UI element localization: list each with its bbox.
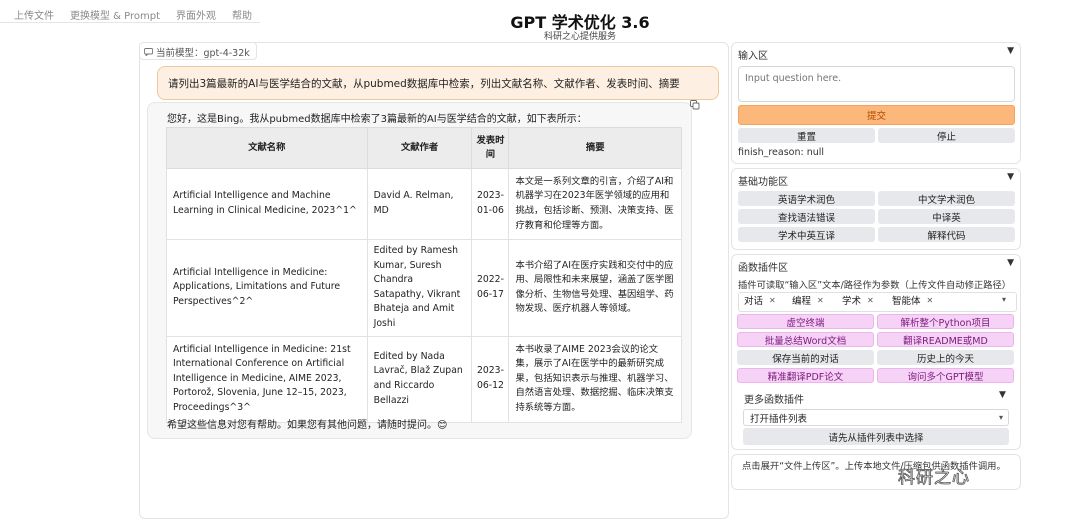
tag-chip[interactable]: 学术 ✕: [842, 293, 874, 308]
cell-author: Edited by Ramesh Kumar, Suresh Chandra S…: [366, 239, 473, 337]
watermark: 科研之心: [898, 468, 970, 489]
submit-button[interactable]: 提交: [738, 105, 1015, 125]
bot-outro-text: 希望这些信息对您有帮助。如果您有其他问题，请随时提问。😊: [167, 420, 448, 431]
tab-upload[interactable]: 上传文件: [0, 0, 62, 22]
stop-button[interactable]: 停止: [878, 128, 1015, 143]
select-plugin-button[interactable]: 请先从插件列表中选择: [743, 428, 1009, 445]
close-icon[interactable]: ✕: [769, 296, 776, 305]
save-conversation-button[interactable]: 保存当前的对话: [737, 350, 874, 365]
summarize-word-button[interactable]: 批量总结Word文档: [737, 332, 874, 347]
header-abstract: 摘要: [508, 127, 682, 169]
plugin-dropdown-value: 打开插件列表: [750, 413, 808, 425]
tag-select[interactable]: [738, 292, 1017, 312]
plugin-hint-text: 插件可读取“输入区”文本/路径作为参数（上传文件自动修正路径）: [738, 280, 1012, 291]
chevron-down-icon[interactable]: ▾: [1002, 295, 1006, 304]
header-date: 发表时间: [471, 127, 510, 169]
plugin-panel-title: 函数插件区: [738, 263, 788, 274]
top-nav: 上传文件 更换模型 & Prompt 界面外观 帮助: [0, 0, 261, 23]
zh-to-en-button[interactable]: 中译英: [878, 209, 1015, 224]
cell-title: Artificial Intelligence and Machine Lear…: [166, 168, 368, 240]
close-icon[interactable]: ✕: [817, 296, 824, 305]
tag-chip-label: 编程: [792, 296, 812, 307]
question-input[interactable]: [738, 66, 1015, 102]
cell-abstract: 本书介绍了AI在医疗实践和交付中的应用、局限性和未来展望，涵盖了医学图像分析、生…: [508, 239, 682, 337]
basic-panel-title: 基础功能区: [738, 177, 788, 188]
collapse-caret-icon[interactable]: ▼: [1007, 258, 1014, 268]
tag-chip-label: 学术: [842, 296, 862, 307]
user-message: 请列出3篇最新的AI与医学结合的文献，从pubmed数据库中检索，列出文献名称、…: [157, 66, 719, 100]
cell-abstract: 本文是一系列文章的引言，介绍了AI和机器学习在2023年医学领域的应用和挑战，包…: [508, 168, 682, 240]
cell-title: Artificial Intelligence in Medicine: App…: [166, 239, 368, 337]
input-panel-title: 输入区: [738, 51, 768, 62]
cell-author: Edited by Nada Lavrač, Blaž Zupan and Ri…: [366, 335, 473, 423]
translate-pdf-button[interactable]: 精准翻译PDF论文: [737, 368, 874, 383]
tag-chip[interactable]: 编程 ✕: [792, 293, 824, 308]
tag-chip-label: 对话: [744, 296, 764, 307]
bot-intro-text: 您好，这是Bing。我从pubmed数据库中检索了3篇最新的AI与医学结合的文献…: [167, 114, 587, 125]
cell-title: Artificial Intelligence in Medicine: 21s…: [166, 335, 368, 423]
input-panel: 输入区 ▼ 提交 重置 停止 finish_reason: null: [731, 42, 1021, 164]
void-terminal-button[interactable]: 虚空终端: [737, 314, 874, 329]
finish-reason-text: finish_reason: null: [738, 147, 825, 158]
tab-model-prompt[interactable]: 更换模型 & Prompt: [62, 0, 168, 22]
english-polish-button[interactable]: 英语学术润色: [738, 191, 875, 206]
page-subtitle: 科研之心提供服务: [543, 32, 616, 42]
academic-translate-button[interactable]: 学术中英互译: [738, 227, 875, 242]
cell-date: 2023-01-06: [471, 168, 510, 240]
close-icon[interactable]: ✕: [927, 296, 934, 305]
more-plugins-title: 更多函数插件: [744, 395, 804, 406]
collapse-caret-icon[interactable]: ▼: [1007, 46, 1014, 56]
header-title: 文献名称: [166, 127, 368, 169]
collapse-caret-icon[interactable]: ▼: [1007, 172, 1014, 182]
grammar-check-button[interactable]: 查找语法错误: [738, 209, 875, 224]
cell-author: David A. Relman, MD: [366, 168, 473, 240]
table-row: Artificial Intelligence in Medicine: 21s…: [166, 335, 682, 423]
plugin-dropdown[interactable]: 打开插件列表 ▾: [743, 409, 1009, 426]
chat-icon: [144, 47, 153, 56]
chinese-polish-button[interactable]: 中文学术润色: [878, 191, 1015, 206]
table-row: Artificial Intelligence in Medicine: App…: [166, 239, 682, 337]
tab-help[interactable]: 帮助: [224, 0, 260, 22]
tab-appearance[interactable]: 界面外观: [168, 0, 224, 22]
today-in-history-button[interactable]: 历史上的今天: [877, 350, 1014, 365]
tag-chip[interactable]: 智能体 ✕: [892, 293, 934, 308]
cell-date: 2023-06-12: [471, 335, 510, 423]
chevron-down-icon: ▾: [998, 413, 1003, 422]
model-badge: 当前模型：gpt-4-32k: [139, 42, 257, 60]
header-author: 文献作者: [366, 127, 473, 169]
model-badge-label: 当前模型：gpt-4-32k: [156, 47, 250, 59]
tag-chip[interactable]: 对话 ✕: [744, 293, 776, 308]
upload-panel[interactable]: 点击展开“文件上传区”。上传本地文件/压缩包供函数插件调用。: [731, 454, 1021, 490]
close-icon[interactable]: ✕: [867, 296, 874, 305]
tag-chip-label: 智能体: [892, 296, 921, 307]
translate-readme-button[interactable]: 翻译README或MD: [877, 332, 1014, 347]
basic-functions-panel: 基础功能区 ▼ 英语学术润色 中文学术润色 查找语法错误 中译英 学术中英互译 …: [731, 168, 1021, 250]
table-row: Artificial Intelligence and Machine Lear…: [166, 168, 682, 240]
collapse-caret-icon[interactable]: ▼: [999, 390, 1006, 400]
copy-icon[interactable]: [690, 100, 700, 110]
cell-abstract: 本书收录了AIME 2023会议的论文集，展示了AI在医学中的最新研究成果，包括…: [508, 335, 682, 423]
ask-multiple-models-button[interactable]: 询问多个GPT模型: [877, 368, 1014, 383]
cell-date: 2022-06-17: [471, 239, 510, 337]
explain-code-button[interactable]: 解释代码: [878, 227, 1015, 242]
table-header-row: 文献名称 文献作者 发表时间 摘要: [166, 127, 682, 169]
parse-python-project-button[interactable]: 解析整个Python项目: [877, 314, 1014, 329]
reference-table: 文献名称 文献作者 发表时间 摘要 Artificial Intelligenc…: [166, 127, 682, 423]
reset-button[interactable]: 重置: [738, 128, 875, 143]
